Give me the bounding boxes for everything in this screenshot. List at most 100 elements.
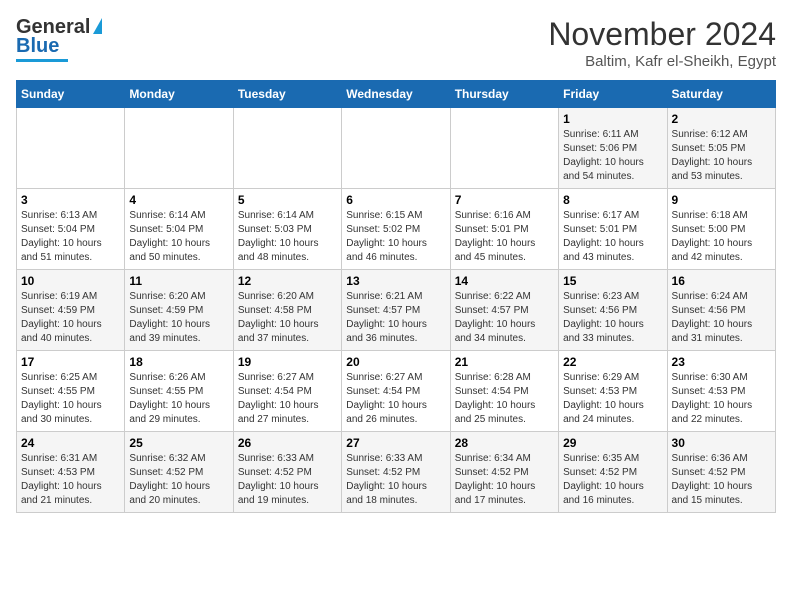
day-number: 22 [563,355,662,369]
day-number: 15 [563,274,662,288]
day-number: 20 [346,355,445,369]
calendar-cell: 11 Sunrise: 6:20 AM Sunset: 4:59 PM Dayli… [125,270,233,351]
day-info: Sunrise: 6:36 AM Sunset: 4:52 PM Dayligh… [672,452,771,508]
day-info: Sunrise: 6:27 AM Sunset: 4:54 PM Dayligh… [346,371,445,427]
day-info: Sunrise: 6:11 AM Sunset: 5:06 PM Dayligh… [563,128,662,184]
calendar-cell: 29 Sunrise: 6:35 AM Sunset: 4:52 PM Dayli… [559,432,667,513]
calendar-cell: 2 Sunrise: 6:12 AM Sunset: 5:05 PM Daylig… [667,108,775,189]
calendar-cell: 7 Sunrise: 6:16 AM Sunset: 5:01 PM Daylig… [450,189,558,270]
day-info: Sunrise: 6:26 AM Sunset: 4:55 PM Dayligh… [129,371,228,427]
day-number: 14 [455,274,554,288]
day-info: Sunrise: 6:28 AM Sunset: 4:54 PM Dayligh… [455,371,554,427]
weekday-header-thursday: Thursday [450,81,558,108]
calendar-cell [125,108,233,189]
day-info: Sunrise: 6:31 AM Sunset: 4:53 PM Dayligh… [21,452,120,508]
day-info: Sunrise: 6:21 AM Sunset: 4:57 PM Dayligh… [346,290,445,346]
day-info: Sunrise: 6:12 AM Sunset: 5:05 PM Dayligh… [672,128,771,184]
day-info: Sunrise: 6:33 AM Sunset: 4:52 PM Dayligh… [238,452,337,508]
calendar-cell: 14 Sunrise: 6:22 AM Sunset: 4:57 PM Dayli… [450,270,558,351]
day-number: 18 [129,355,228,369]
day-number: 10 [21,274,120,288]
calendar-cell: 4 Sunrise: 6:14 AM Sunset: 5:04 PM Daylig… [125,189,233,270]
calendar-cell [17,108,125,189]
weekday-header-wednesday: Wednesday [342,81,450,108]
day-info: Sunrise: 6:27 AM Sunset: 4:54 PM Dayligh… [238,371,337,427]
day-info: Sunrise: 6:30 AM Sunset: 4:53 PM Dayligh… [672,371,771,427]
weekday-header-monday: Monday [125,81,233,108]
day-info: Sunrise: 6:13 AM Sunset: 5:04 PM Dayligh… [21,209,120,265]
day-number: 27 [346,436,445,450]
day-number: 13 [346,274,445,288]
day-info: Sunrise: 6:20 AM Sunset: 4:59 PM Dayligh… [129,290,228,346]
calendar-table: SundayMondayTuesdayWednesdayThursdayFrid… [16,80,776,513]
calendar-cell: 16 Sunrise: 6:24 AM Sunset: 4:56 PM Dayli… [667,270,775,351]
calendar-cell: 6 Sunrise: 6:15 AM Sunset: 5:02 PM Daylig… [342,189,450,270]
weekday-header-friday: Friday [559,81,667,108]
day-info: Sunrise: 6:32 AM Sunset: 4:52 PM Dayligh… [129,452,228,508]
day-number: 23 [672,355,771,369]
day-info: Sunrise: 6:14 AM Sunset: 5:04 PM Dayligh… [129,209,228,265]
calendar-cell [233,108,341,189]
calendar-cell: 23 Sunrise: 6:30 AM Sunset: 4:53 PM Dayli… [667,351,775,432]
day-info: Sunrise: 6:20 AM Sunset: 4:58 PM Dayligh… [238,290,337,346]
day-number: 9 [672,193,771,207]
day-info: Sunrise: 6:18 AM Sunset: 5:00 PM Dayligh… [672,209,771,265]
calendar-cell: 13 Sunrise: 6:21 AM Sunset: 4:57 PM Dayli… [342,270,450,351]
day-info: Sunrise: 6:29 AM Sunset: 4:53 PM Dayligh… [563,371,662,427]
calendar-cell: 15 Sunrise: 6:23 AM Sunset: 4:56 PM Dayli… [559,270,667,351]
calendar-cell: 12 Sunrise: 6:20 AM Sunset: 4:58 PM Dayli… [233,270,341,351]
day-number: 8 [563,193,662,207]
day-number: 28 [455,436,554,450]
calendar-cell: 26 Sunrise: 6:33 AM Sunset: 4:52 PM Dayli… [233,432,341,513]
day-info: Sunrise: 6:19 AM Sunset: 4:59 PM Dayligh… [21,290,120,346]
weekday-header-tuesday: Tuesday [233,81,341,108]
calendar-cell: 5 Sunrise: 6:14 AM Sunset: 5:03 PM Daylig… [233,189,341,270]
calendar-cell: 9 Sunrise: 6:18 AM Sunset: 5:00 PM Daylig… [667,189,775,270]
day-number: 17 [21,355,120,369]
day-info: Sunrise: 6:22 AM Sunset: 4:57 PM Dayligh… [455,290,554,346]
day-info: Sunrise: 6:17 AM Sunset: 5:01 PM Dayligh… [563,209,662,265]
day-info: Sunrise: 6:35 AM Sunset: 4:52 PM Dayligh… [563,452,662,508]
calendar-cell: 17 Sunrise: 6:25 AM Sunset: 4:55 PM Dayli… [17,351,125,432]
calendar-cell: 1 Sunrise: 6:11 AM Sunset: 5:06 PM Daylig… [559,108,667,189]
day-number: 7 [455,193,554,207]
day-info: Sunrise: 6:33 AM Sunset: 4:52 PM Dayligh… [346,452,445,508]
calendar-cell: 24 Sunrise: 6:31 AM Sunset: 4:53 PM Dayli… [17,432,125,513]
calendar-cell: 27 Sunrise: 6:33 AM Sunset: 4:52 PM Dayli… [342,432,450,513]
day-number: 5 [238,193,337,207]
month-title: November 2024 [548,16,776,53]
calendar-cell: 10 Sunrise: 6:19 AM Sunset: 4:59 PM Dayli… [17,270,125,351]
calendar-cell [450,108,558,189]
day-number: 11 [129,274,228,288]
calendar-cell: 3Sunrise: 6:13 AM Sunset: 5:04 PM Daylig… [17,189,125,270]
day-number: 29 [563,436,662,450]
day-info: Sunrise: 6:14 AM Sunset: 5:03 PM Dayligh… [238,209,337,265]
header-area: General Blue November 2024 Baltim, Kafr … [16,16,776,70]
logo-triangle-icon [93,18,102,34]
calendar-cell: 21 Sunrise: 6:28 AM Sunset: 4:54 PM Dayli… [450,351,558,432]
day-info: Sunrise: 6:25 AM Sunset: 4:55 PM Dayligh… [21,371,120,427]
calendar-cell: 25Sunrise: 6:32 AM Sunset: 4:52 PM Dayli… [125,432,233,513]
logo: General Blue [16,16,102,62]
day-info: Sunrise: 6:23 AM Sunset: 4:56 PM Dayligh… [563,290,662,346]
day-number: 30 [672,436,771,450]
weekday-header-sunday: Sunday [17,81,125,108]
day-number: 16 [672,274,771,288]
day-info: Sunrise: 6:15 AM Sunset: 5:02 PM Dayligh… [346,209,445,265]
calendar-cell: 22 Sunrise: 6:29 AM Sunset: 4:53 PM Dayli… [559,351,667,432]
day-number: 2 [672,112,771,126]
day-number: 6 [346,193,445,207]
day-number: 4 [129,193,228,207]
calendar-cell [342,108,450,189]
logo-blue: Blue [16,35,59,58]
day-number: 24 [21,436,120,450]
day-number: 1 [563,112,662,126]
calendar-cell: 19 Sunrise: 6:27 AM Sunset: 4:54 PM Dayli… [233,351,341,432]
day-number: 26 [238,436,337,450]
day-number: 21 [455,355,554,369]
day-number: 12 [238,274,337,288]
day-info: Sunrise: 6:16 AM Sunset: 5:01 PM Dayligh… [455,209,554,265]
day-info: Sunrise: 6:24 AM Sunset: 4:56 PM Dayligh… [672,290,771,346]
calendar-cell: 28Sunrise: 6:34 AM Sunset: 4:52 PM Dayli… [450,432,558,513]
day-number: 19 [238,355,337,369]
